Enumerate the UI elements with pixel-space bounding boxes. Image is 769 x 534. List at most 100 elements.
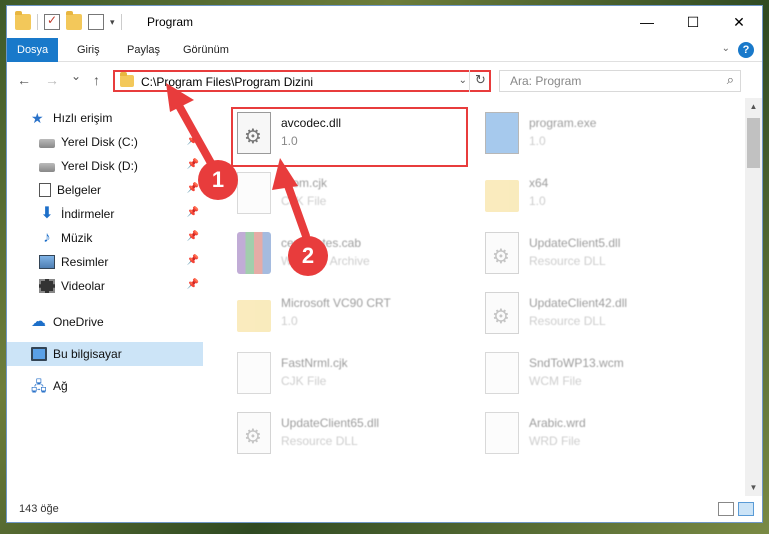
sidebar-item-label: Yerel Disk (C:) <box>61 135 138 149</box>
sidebar-item-local-disk-d[interactable]: Yerel Disk (D:) 📌 <box>7 154 203 178</box>
file-name: SndToWP13.wcm <box>529 356 624 370</box>
new-folder-icon[interactable] <box>66 11 82 30</box>
scrollbar-thumb[interactable] <box>747 118 760 168</box>
file-item[interactable]: Arabic.wrd WRD File <box>475 406 720 466</box>
file-name: program.exe <box>529 116 597 130</box>
address-path[interactable]: C:\Program Files\Program Dizini <box>141 75 313 89</box>
sidebar-item-documents[interactable]: Belgeler 📌 <box>7 178 203 202</box>
properties-check-icon[interactable] <box>44 13 60 30</box>
file-item[interactable]: program.exe 1.0 <box>475 106 720 166</box>
music-icon: ♪ <box>43 229 51 246</box>
address-bar[interactable]: C:\Program Files\Program Dizini ⌄ ↻ <box>113 70 491 92</box>
recent-locations-chevron-icon[interactable]: ⌄ <box>71 69 81 83</box>
file-meta: WCM File <box>529 374 582 388</box>
network-icon: 🖧 <box>31 378 47 394</box>
navigation-pane: ★ Hızlı erişim Yerel Disk (C:) 📌 Yerel D… <box>7 98 203 496</box>
document-icon <box>39 183 51 197</box>
file-meta: CJK File <box>281 374 327 388</box>
navigation-bar: ← → ⌄ ↑ C:\Program Files\Program Dizini … <box>7 64 762 98</box>
dll-icon <box>485 232 519 274</box>
search-placeholder: Ara: Program <box>510 74 582 88</box>
sidebar-item-label: Müzik <box>61 231 93 245</box>
pin-icon[interactable]: 📌 <box>187 231 199 242</box>
pictures-icon <box>39 255 55 269</box>
properties-icon[interactable] <box>88 14 104 30</box>
ribbon-tabs: Dosya Giriş Paylaş Görünüm ⌄ ? <box>7 38 762 62</box>
file-item[interactable]: UpdateClient5.dll Resource DLL <box>475 226 720 286</box>
file-name: x64 <box>529 176 549 190</box>
sidebar-item-label: Bu bilgisayar <box>53 347 122 361</box>
pin-icon[interactable]: 📌 <box>187 183 199 194</box>
callout-badge: 1 <box>198 160 238 200</box>
tab-file[interactable]: Dosya <box>7 38 59 62</box>
divider <box>120 14 122 30</box>
star-icon: ★ <box>31 110 44 126</box>
file-meta: 1.0 <box>529 134 546 148</box>
file-item[interactable]: FastNrml.cjk CJK File <box>227 346 472 406</box>
tab-share[interactable]: Paylaş <box>117 38 170 62</box>
file-name: UpdateClient5.dll <box>529 236 621 250</box>
archive-icon <box>237 232 271 274</box>
file-item[interactable]: certificates.cab WinRAR Archive <box>227 226 472 286</box>
sidebar-item-music[interactable]: ♪ Müzik 📌 <box>7 226 203 250</box>
vertical-scrollbar[interactable]: ▲ ▼ <box>745 98 762 496</box>
help-icon[interactable]: ? <box>738 42 754 58</box>
sidebar-item-label: İndirmeler <box>61 207 115 221</box>
pin-icon[interactable]: 📌 <box>187 207 199 218</box>
back-arrow-icon[interactable]: ← <box>17 72 31 88</box>
tiles-view-icon[interactable] <box>738 502 754 516</box>
highlight-box <box>231 107 468 167</box>
tab-home[interactable]: Giriş <box>67 38 110 62</box>
sidebar-item-quick-access[interactable]: ★ Hızlı erişim <box>7 106 203 130</box>
scroll-down-arrow-icon[interactable]: ▼ <box>745 479 762 496</box>
pin-icon[interactable]: 📌 <box>187 159 199 170</box>
sidebar-item-downloads[interactable]: ⬇ İndirmeler 📌 <box>7 202 203 226</box>
minimize-button[interactable]: — <box>624 6 670 38</box>
scroll-up-arrow-icon[interactable]: ▲ <box>745 98 762 115</box>
pin-icon[interactable]: 📌 <box>187 135 199 146</box>
document-icon <box>485 352 519 394</box>
file-item[interactable]: SndToWP13.wcm WCM File <box>475 346 720 406</box>
forward-arrow-icon[interactable]: → <box>45 72 59 88</box>
up-arrow-icon[interactable]: ↑ <box>93 72 100 88</box>
dll-icon <box>237 412 271 454</box>
file-name: FastNrml.cjk <box>281 356 348 370</box>
document-icon <box>237 172 271 214</box>
sidebar-item-pictures[interactable]: Resimler 📌 <box>7 250 203 274</box>
sidebar-item-label: Yerel Disk (D:) <box>61 159 138 173</box>
tab-view[interactable]: Görünüm <box>173 38 239 62</box>
search-icon[interactable]: ⌕ <box>727 72 734 88</box>
sidebar-item-label: Belgeler <box>57 183 102 197</box>
callout-badge: 2 <box>288 236 328 276</box>
sidebar-item-videos[interactable]: Videolar 📌 <box>7 274 203 298</box>
sidebar-item-this-pc[interactable]: Bu bilgisayar <box>7 342 203 366</box>
document-icon <box>237 352 271 394</box>
dll-icon <box>485 292 519 334</box>
close-button[interactable]: ✕ <box>716 6 762 38</box>
sidebar-item-local-disk-c[interactable]: Yerel Disk (C:) 📌 <box>7 130 203 154</box>
file-item[interactable]: Microsoft VC90 CRT 1.0 <box>227 286 472 346</box>
sidebar-item-network[interactable]: 🖧 Ağ <box>7 374 203 398</box>
folder-icon <box>15 11 31 30</box>
search-input[interactable]: Ara: Program ⌕ <box>499 70 741 92</box>
folder-icon <box>485 180 519 212</box>
pin-icon[interactable]: 📌 <box>187 255 199 266</box>
file-item[interactable]: Atom.cjk CJK File <box>227 166 472 226</box>
expand-ribbon-chevron-icon[interactable]: ⌄ <box>722 43 730 54</box>
file-item[interactable]: x64 1.0 <box>475 166 720 226</box>
view-toggle <box>718 502 754 516</box>
drive-icon <box>39 139 55 148</box>
file-name: Arabic.wrd <box>529 416 586 430</box>
file-meta: Resource DLL <box>281 434 358 448</box>
maximize-button[interactable]: ☐ <box>670 6 716 38</box>
customize-toolbar-arrow-icon[interactable]: ▾ <box>110 17 115 28</box>
address-dropdown-chevron-icon[interactable]: ⌄ <box>459 75 467 86</box>
file-item[interactable]: UpdateClient42.dll Resource DLL <box>475 286 720 346</box>
pin-icon[interactable]: 📌 <box>187 279 199 290</box>
file-item[interactable]: UpdateClient65.dll Resource DLL <box>227 406 472 466</box>
details-view-icon[interactable] <box>718 502 734 516</box>
explorer-window: ▾ Program — ☐ ✕ Dosya Giriş Paylaş Görün… <box>6 5 763 523</box>
sidebar-item-onedrive[interactable]: ☁ OneDrive <box>7 310 203 334</box>
refresh-icon[interactable]: ↻ <box>469 70 491 92</box>
title-bar: ▾ Program — ☐ ✕ <box>7 6 762 38</box>
